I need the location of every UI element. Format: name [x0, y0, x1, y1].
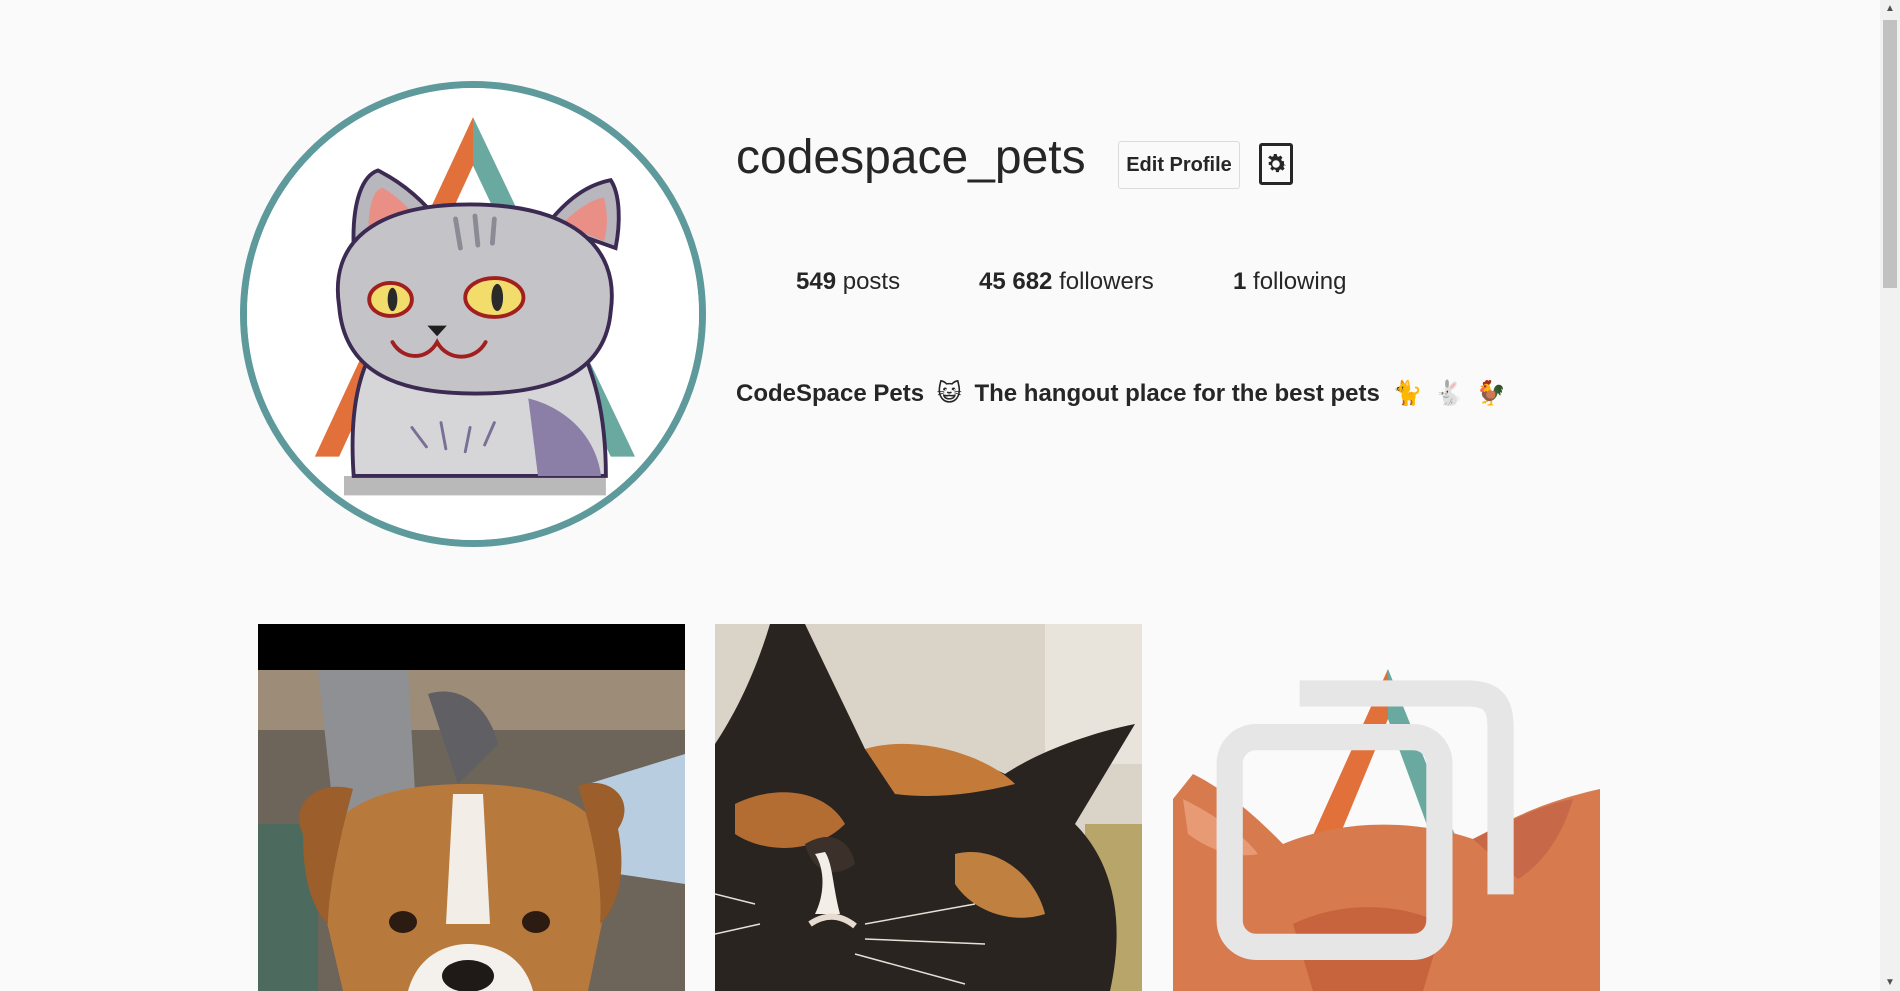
profile-username: codespace_pets	[736, 131, 1086, 184]
gear-icon	[1268, 154, 1287, 173]
dog-photo	[258, 624, 685, 991]
post-thumbnail-dog[interactable]	[258, 624, 685, 991]
bio-name: CodeSpace Pets	[736, 380, 925, 407]
settings-button[interactable]	[1259, 143, 1293, 185]
multiple-images-icon	[1216, 680, 1514, 960]
profile-page: codespace_pets Edit Profile 549 posts 45…	[0, 0, 1880, 991]
profile-bio: CodeSpace Pets 😺 The hangout place for t…	[736, 380, 1512, 408]
calico-cat-photo	[715, 624, 1142, 991]
stat-posts: 549 posts	[796, 268, 900, 296]
vertical-scrollbar[interactable]: ▲ ▼	[1880, 0, 1900, 991]
bio-text: The hangout place for the best pets	[974, 380, 1380, 407]
stat-followers[interactable]: 45 682 followers	[979, 268, 1154, 296]
cat-face-emoji: 😺	[936, 380, 962, 407]
post-thumbnail-orange-cat[interactable]	[1173, 624, 1600, 991]
followers-count: 45 682	[979, 268, 1053, 295]
following-count: 1	[1233, 268, 1247, 295]
scroll-up-icon[interactable]: ▲	[1880, 0, 1900, 17]
post-thumbnail-calico-cat[interactable]	[715, 624, 1142, 991]
cat-logo-icon	[247, 88, 699, 540]
stat-following[interactable]: 1 following	[1233, 268, 1346, 296]
following-label: following	[1253, 268, 1347, 295]
rooster-emoji: 🐓	[1476, 380, 1507, 407]
cat-emoji: 🐈	[1392, 380, 1423, 407]
followers-label: followers	[1059, 268, 1154, 295]
profile-avatar[interactable]	[240, 81, 706, 547]
posts-count: 549	[796, 268, 837, 295]
rabbit-emoji: 🐇	[1434, 380, 1465, 407]
edit-profile-button[interactable]: Edit Profile	[1118, 141, 1240, 189]
scrollbar-thumb[interactable]	[1883, 20, 1897, 288]
posts-label: posts	[842, 268, 901, 295]
scroll-down-icon[interactable]: ▼	[1880, 974, 1900, 991]
